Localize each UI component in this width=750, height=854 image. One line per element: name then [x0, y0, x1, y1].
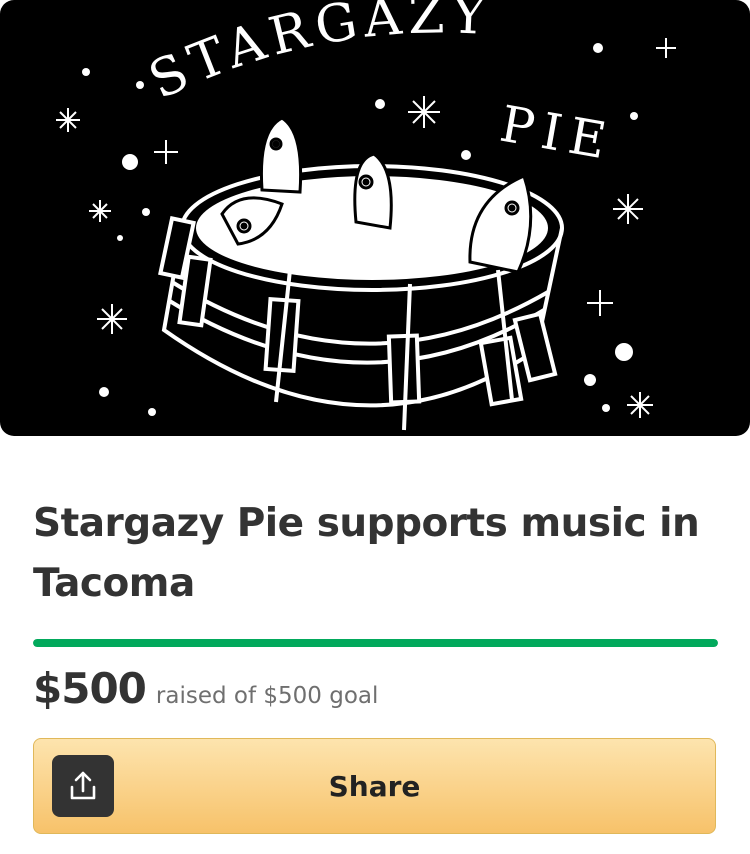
- funding-summary: $500 raised of $500 goal: [33, 664, 378, 713]
- funding-progress-bar: [33, 639, 718, 647]
- funding-progress-fill: [33, 639, 718, 647]
- share-button-label: Share: [328, 769, 421, 803]
- campaign-title: Stargazy Pie supports music in Tacoma: [33, 501, 700, 606]
- share-upload-icon: [52, 755, 114, 817]
- campaign-hero-image: STARGAZY PIE: [0, 0, 750, 436]
- goal-text: raised of $500 goal: [155, 683, 379, 709]
- raised-amount: $500: [33, 664, 147, 713]
- share-button[interactable]: Share: [33, 738, 716, 834]
